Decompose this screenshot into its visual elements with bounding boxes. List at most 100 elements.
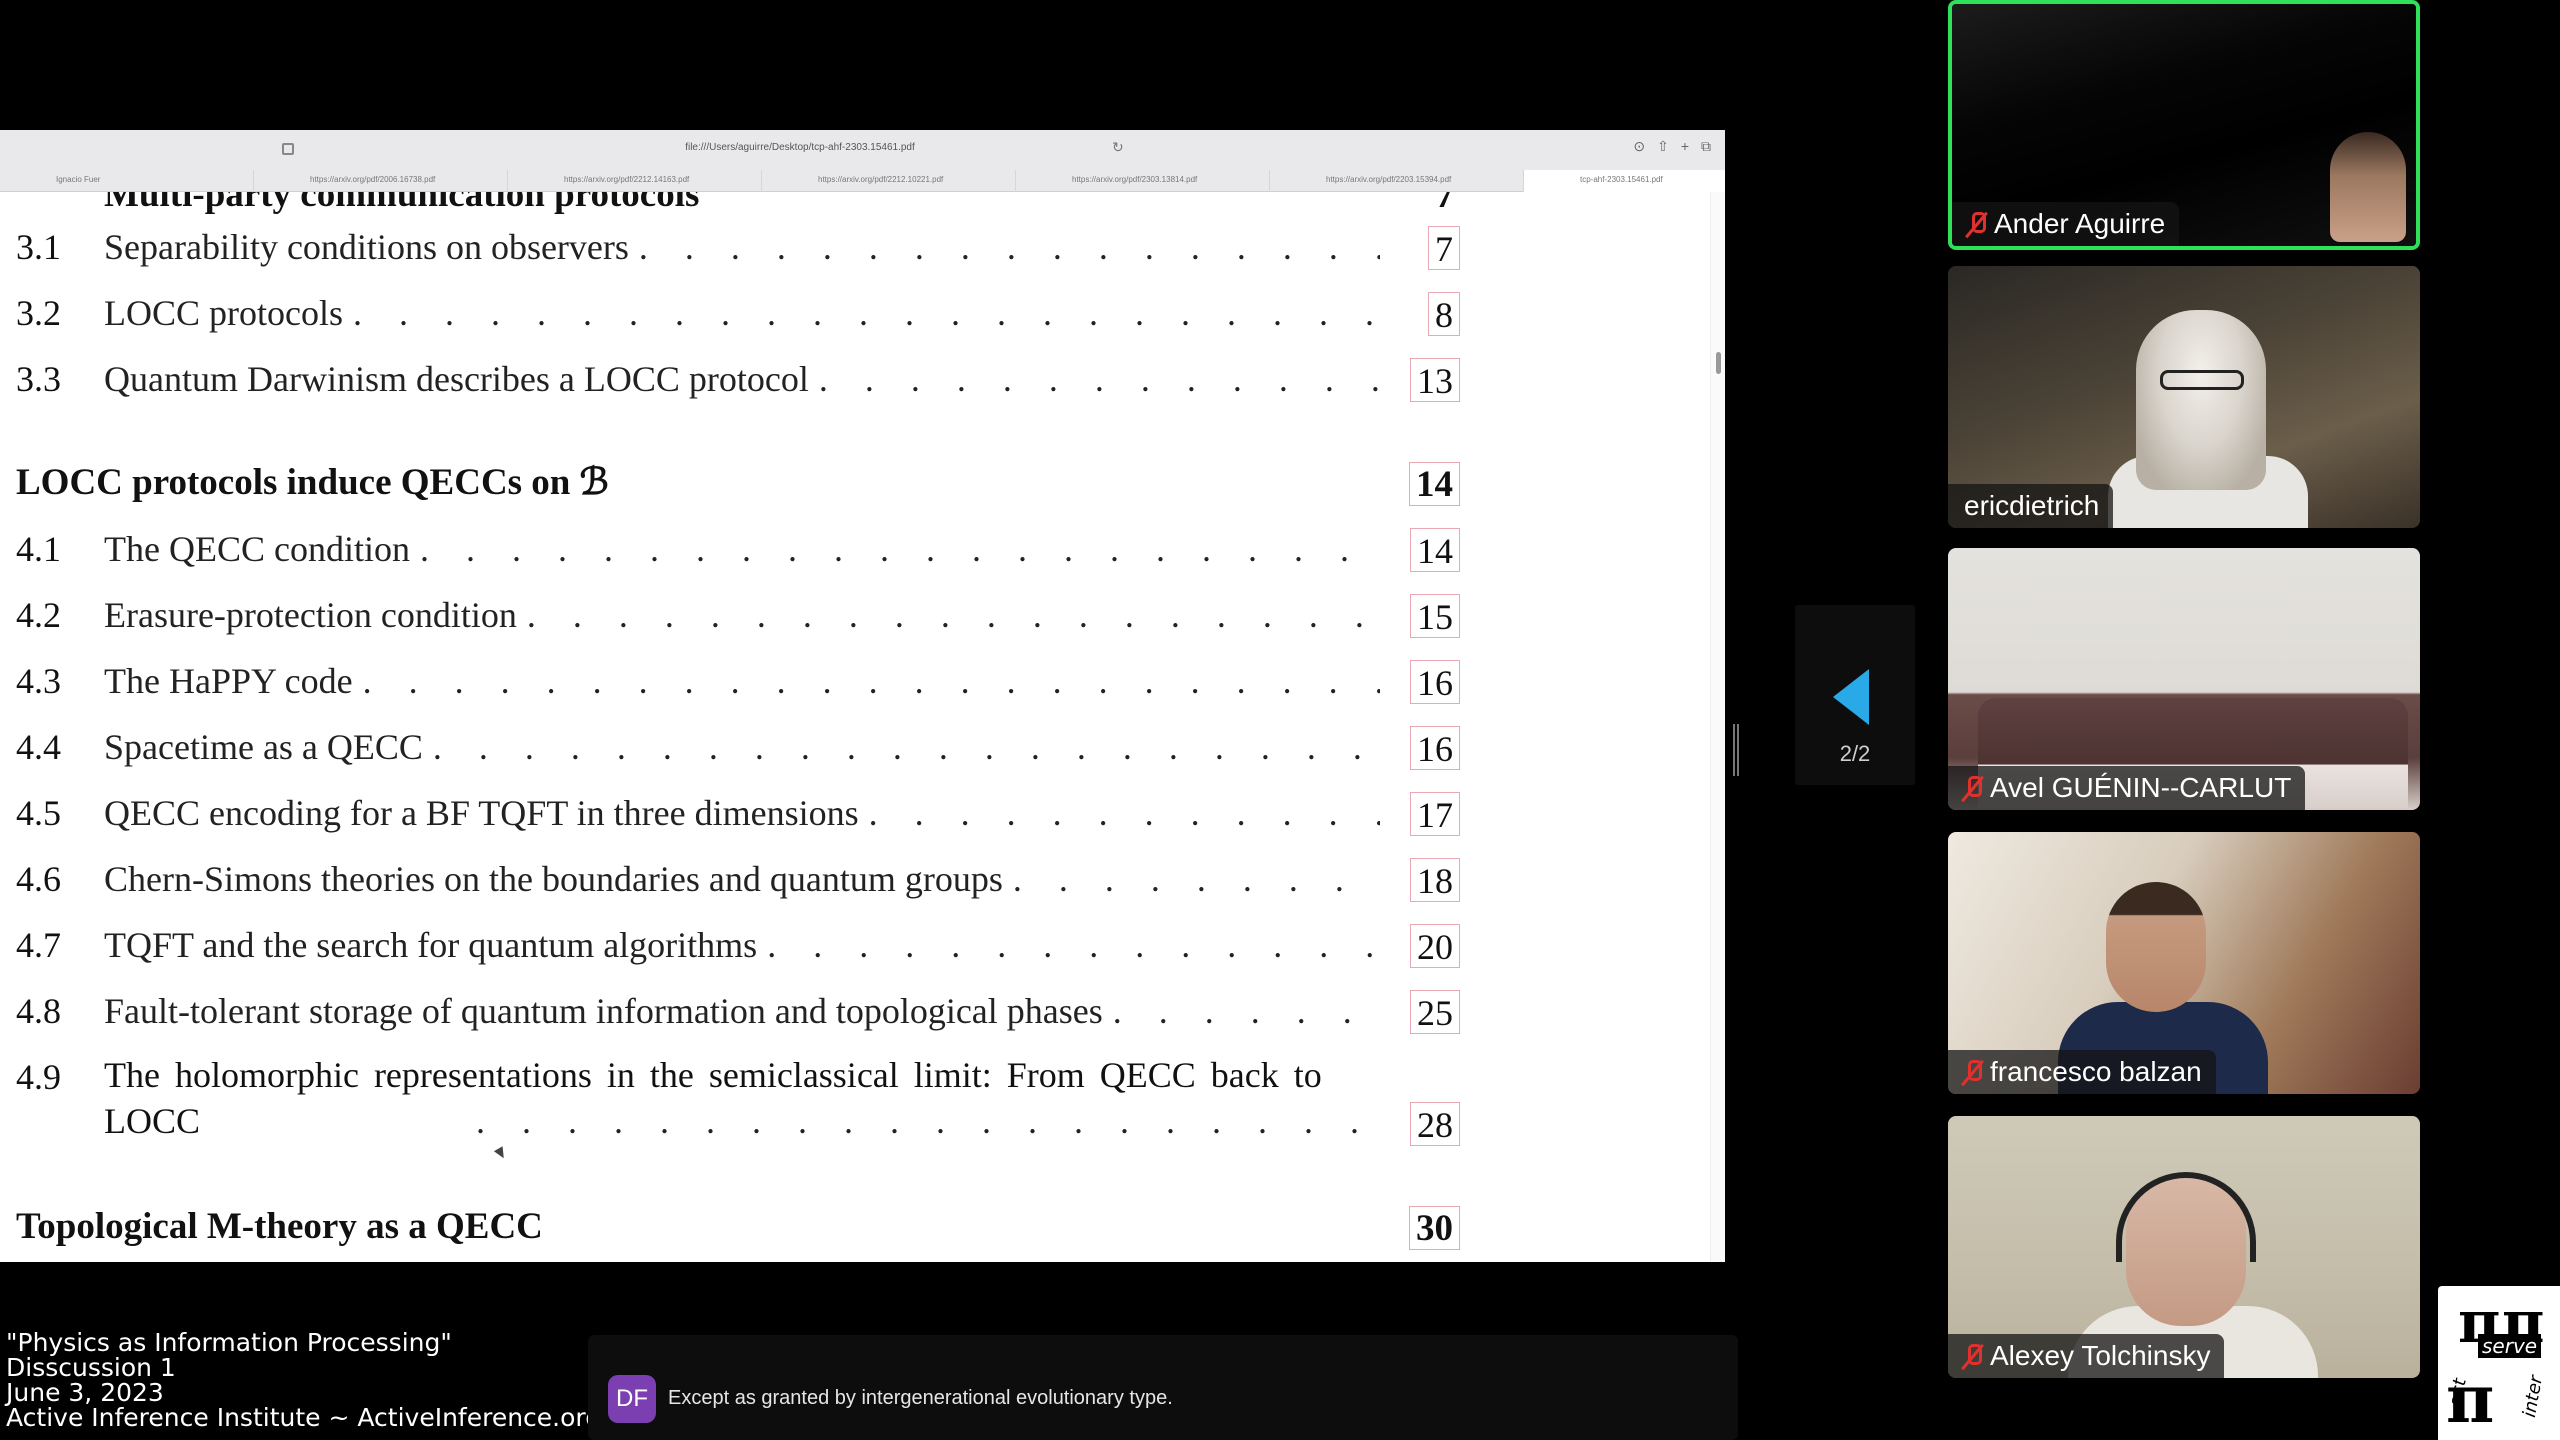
toc-leader-dots: Fault-tolerant storage of quantum inform… — [104, 991, 1380, 1031]
participant-tile[interactable]: francesco balzan — [1948, 832, 2420, 1094]
previous-page-arrow-icon[interactable] — [1833, 669, 1869, 725]
participant-name: Ander Aguirre — [1994, 208, 2166, 239]
participant-silhouette — [2136, 310, 2266, 490]
toc-entry-number: 4.5 — [16, 793, 61, 833]
institute-logo: π π π serve act inter — [2438, 1286, 2560, 1440]
participant-silhouette — [2106, 882, 2206, 1012]
toc-entry: The HaPPY code. . . . . . . . . . . . . … — [16, 656, 1460, 706]
toc-entry: Fault-tolerant storage of quantum inform… — [16, 986, 1460, 1036]
participant-silhouette — [2330, 132, 2406, 242]
toc-section-heading: LOCC protocols induce QECCs on ℬ 14 — [16, 458, 1460, 508]
browser-tab[interactable]: https://arxiv.org/pdf/2212.10221.pdf — [762, 170, 1016, 192]
browser-chrome: file:///Users/aguirre/Desktop/tcp-ahf-23… — [0, 130, 1725, 192]
toc-entry-number: 4.8 — [16, 991, 61, 1031]
toc-page-link[interactable]: 25 — [1410, 990, 1460, 1034]
toc-entry: Erasure-protection condition. . . . . . … — [16, 590, 1460, 640]
toc-page-link[interactable]: 7 — [1429, 192, 1460, 218]
panel-resize-handle[interactable] — [1733, 724, 1739, 776]
browser-tab-active[interactable]: tcp-ahf-2303.15461.pdf — [1524, 170, 1725, 192]
tabs-overview-icon[interactable]: ⧉ — [1701, 138, 1711, 155]
participant-name: francesco balzan — [1990, 1056, 2202, 1087]
tab-strip: Ignacio Fuer https://arxiv.org/pdf/2006.… — [0, 170, 1725, 192]
new-tab-icon[interactable]: + — [1681, 138, 1689, 155]
participant-name-tag: francesco balzan — [1948, 1050, 2216, 1094]
browser-tab[interactable]: Ignacio Fuer — [0, 170, 254, 192]
toc-leader-dots: Separability conditions on observers. . … — [104, 227, 1380, 267]
toc-page-link[interactable]: 16 — [1410, 660, 1460, 704]
participant-tile[interactable]: Ander Aguirre — [1948, 0, 2420, 250]
toc-entry-number: 4.7 — [16, 925, 61, 965]
logo-word-serve: serve — [2478, 1334, 2542, 1358]
toc-entry: Spacetime as a QECC. . . . . . . . . . .… — [16, 722, 1460, 772]
toc-page-link[interactable]: 16 — [1410, 726, 1460, 770]
toc-entry-number: 3.3 — [16, 359, 61, 399]
toc-leader-dots: Erasure-protection condition. . . . . . … — [104, 595, 1380, 635]
logo-word-inter: inter — [2518, 1374, 2547, 1419]
toc-section-heading: Multi-party communication protocols 7 — [16, 192, 1460, 220]
toc-section-heading: Topological M-theory as a QECC 30 — [16, 1202, 1460, 1252]
vertical-scrollbar[interactable] — [1710, 192, 1725, 1262]
toc-page-link[interactable]: 8 — [1428, 292, 1460, 336]
chat-message: Except as granted by intergenerational e… — [668, 1387, 1173, 1409]
toc-entry-number: 3.1 — [16, 227, 61, 267]
participant-tile[interactable]: ericdietrich — [1948, 266, 2420, 528]
toc-section-title: LOCC protocols induce QECCs on ℬ — [16, 462, 609, 503]
toc-entry-number: 4.9 — [16, 1057, 61, 1097]
stream-subtitle: Disscussion 1 — [6, 1353, 176, 1382]
participant-tile[interactable]: Avel GUÉNIN--CARLUT — [1948, 548, 2420, 810]
toc-page-link[interactable]: 17 — [1410, 792, 1460, 836]
toc-entry: LOCC protocols. . . . . . . . . . . . . … — [16, 288, 1460, 338]
toc-entry-number: 3.2 — [16, 293, 61, 333]
toc-page-link[interactable]: 14 — [1409, 462, 1460, 506]
toc-page-link[interactable]: 30 — [1409, 1206, 1460, 1250]
participant-name: Alexey Tolchinsky — [1990, 1340, 2211, 1371]
toc-leader-dots: The HaPPY code. . . . . . . . . . . . . … — [104, 661, 1380, 701]
table-of-contents: Multi-party communication protocols 7 Se… — [0, 192, 1710, 1262]
toc-section-title: Multi-party communication protocols — [104, 192, 700, 215]
chat-caption-bar: DF Except as granted by intergenerationa… — [588, 1335, 1738, 1440]
toc-entry: Chern-Simons theories on the boundaries … — [16, 854, 1460, 904]
toc-entry-number: 4.4 — [16, 727, 61, 767]
toc-page-link[interactable]: 13 — [1410, 358, 1460, 402]
toc-entry-number: 4.2 — [16, 595, 61, 635]
browser-tab[interactable]: https://arxiv.org/pdf/2212.14163.pdf — [508, 170, 762, 192]
toc-entry: Quantum Darwinism describes a LOCC proto… — [16, 354, 1460, 404]
toc-page-link[interactable]: 14 — [1410, 528, 1460, 572]
gallery-pager: 2/2 — [1795, 605, 1915, 785]
muted-mic-icon — [1964, 1343, 1982, 1369]
page-count: 2/2 — [1839, 741, 1871, 766]
browser-tab[interactable]: https://arxiv.org/pdf/2203.15394.pdf — [1270, 170, 1524, 192]
toc-page-link[interactable]: 15 — [1410, 594, 1460, 638]
stream-title: "Physics as Information Processing" — [6, 1328, 452, 1357]
share-icon[interactable]: ⇧ — [1657, 138, 1669, 155]
participant-name-tag: Alexey Tolchinsky — [1948, 1334, 2225, 1378]
download-icon[interactable]: ⊙ — [1633, 138, 1645, 155]
toc-entry: TQFT and the search for quantum algorith… — [16, 920, 1460, 970]
toc-entry-number: 4.1 — [16, 529, 61, 569]
toc-entry-number: 4.6 — [16, 859, 61, 899]
stream-date: June 3, 2023 — [6, 1378, 164, 1407]
browser-tab[interactable]: https://arxiv.org/pdf/2303.13814.pdf — [1016, 170, 1270, 192]
toc-leader-dots: Spacetime as a QECC. . . . . . . . . . .… — [104, 727, 1380, 767]
participant-name-tag: Ander Aguirre — [1952, 202, 2180, 246]
toc-page-link[interactable]: 18 — [1410, 858, 1460, 902]
toc-leader-dots: QECC encoding for a BF TQFT in three dim… — [104, 793, 1380, 833]
muted-mic-icon — [1964, 775, 1982, 801]
reload-icon[interactable]: ↻ — [1112, 139, 1124, 156]
participant-tile[interactable]: Alexey Tolchinsky — [1948, 1116, 2420, 1378]
avatar: DF — [608, 1375, 656, 1423]
toc-page-link[interactable]: 7 — [1428, 226, 1460, 270]
toc-entry: 4.9 The holomorphic representations in t… — [16, 1052, 1460, 1146]
toc-leader-dots: The QECC condition. . . . . . . . . . . … — [104, 529, 1380, 569]
toc-page-link[interactable]: 28 — [1410, 1102, 1460, 1146]
address-bar[interactable]: file:///Users/aguirre/Desktop/tcp-ahf-23… — [560, 142, 1040, 158]
sidebar-toggle-icon[interactable] — [282, 143, 294, 155]
toc-page-link[interactable]: 20 — [1410, 924, 1460, 968]
shared-screen: file:///Users/aguirre/Desktop/tcp-ahf-23… — [0, 130, 1725, 1262]
toc-leader-dots: Chern-Simons theories on the boundaries … — [104, 859, 1380, 899]
scrollbar-thumb[interactable] — [1716, 352, 1721, 374]
toc-entry-number: 4.3 — [16, 661, 61, 701]
stream-organization: Active Inference Institute ~ ActiveInfer… — [6, 1403, 602, 1432]
browser-tab[interactable]: https://arxiv.org/pdf/2006.16738.pdf — [254, 170, 508, 192]
stream-info: "Physics as Information Processing" Diss… — [6, 1328, 602, 1432]
